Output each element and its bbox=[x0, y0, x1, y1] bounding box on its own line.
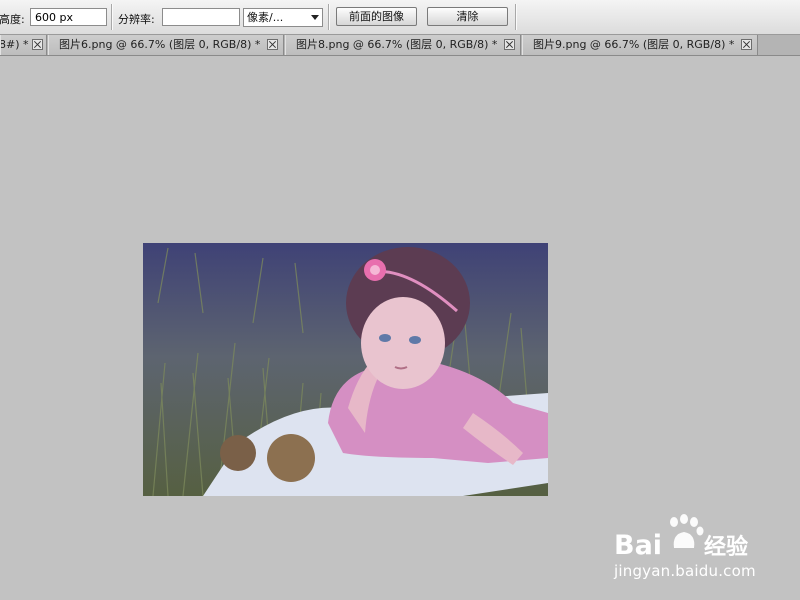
close-icon[interactable] bbox=[504, 39, 515, 50]
tab-document-2[interactable]: 图片6.png @ 66.7% (图层 0, RGB/8) * bbox=[48, 35, 284, 55]
tab-label: 图片9.png @ 66.7% (图层 0, RGB/8) * bbox=[533, 38, 735, 51]
document-tab-bar: 8#) * 图片6.png @ 66.7% (图层 0, RGB/8) * 图片… bbox=[0, 35, 800, 56]
options-separator bbox=[515, 4, 517, 30]
resolution-unit-value: 像素/... bbox=[247, 11, 284, 24]
svg-text:经验: 经验 bbox=[704, 534, 748, 560]
paw-icon bbox=[670, 514, 704, 548]
chevron-down-icon bbox=[311, 15, 319, 20]
document-image[interactable] bbox=[143, 243, 548, 496]
photo-illustration bbox=[143, 243, 548, 496]
options-bar: 高度: 分辨率: 像素/... 前面的图像 清除 bbox=[0, 0, 800, 35]
tab-label: 图片6.png @ 66.7% (图层 0, RGB/8) * bbox=[59, 38, 261, 51]
tab-document-3[interactable]: 图片8.png @ 66.7% (图层 0, RGB/8) * bbox=[285, 35, 521, 55]
close-icon[interactable] bbox=[32, 39, 43, 50]
resolution-input[interactable] bbox=[162, 8, 240, 26]
options-separator bbox=[328, 4, 330, 30]
tab-document-4[interactable]: 图片9.png @ 66.7% (图层 0, RGB/8) * bbox=[522, 35, 758, 55]
tab-document-1[interactable]: 8#) * bbox=[0, 35, 47, 55]
watermark-url: jingyan.baidu.com bbox=[614, 562, 756, 580]
tab-label: 图片8.png @ 66.7% (图层 0, RGB/8) * bbox=[296, 38, 498, 51]
tab-label: 8#) * bbox=[0, 38, 29, 51]
svg-text:Bai: Bai bbox=[614, 530, 662, 560]
close-icon[interactable] bbox=[741, 39, 752, 50]
resolution-label: 分辨率: bbox=[118, 13, 155, 26]
clear-button[interactable]: 清除 bbox=[427, 7, 508, 26]
height-label: 高度: bbox=[0, 13, 25, 26]
height-input[interactable] bbox=[30, 8, 107, 26]
baidu-logo: Bai 经验 bbox=[614, 514, 748, 561]
front-image-button[interactable]: 前面的图像 bbox=[336, 7, 417, 26]
baidu-watermark: Bai 经验 jingyan.baidu.com bbox=[612, 512, 772, 582]
options-separator bbox=[111, 4, 113, 30]
resolution-unit-select[interactable]: 像素/... bbox=[243, 8, 323, 27]
close-icon[interactable] bbox=[267, 39, 278, 50]
